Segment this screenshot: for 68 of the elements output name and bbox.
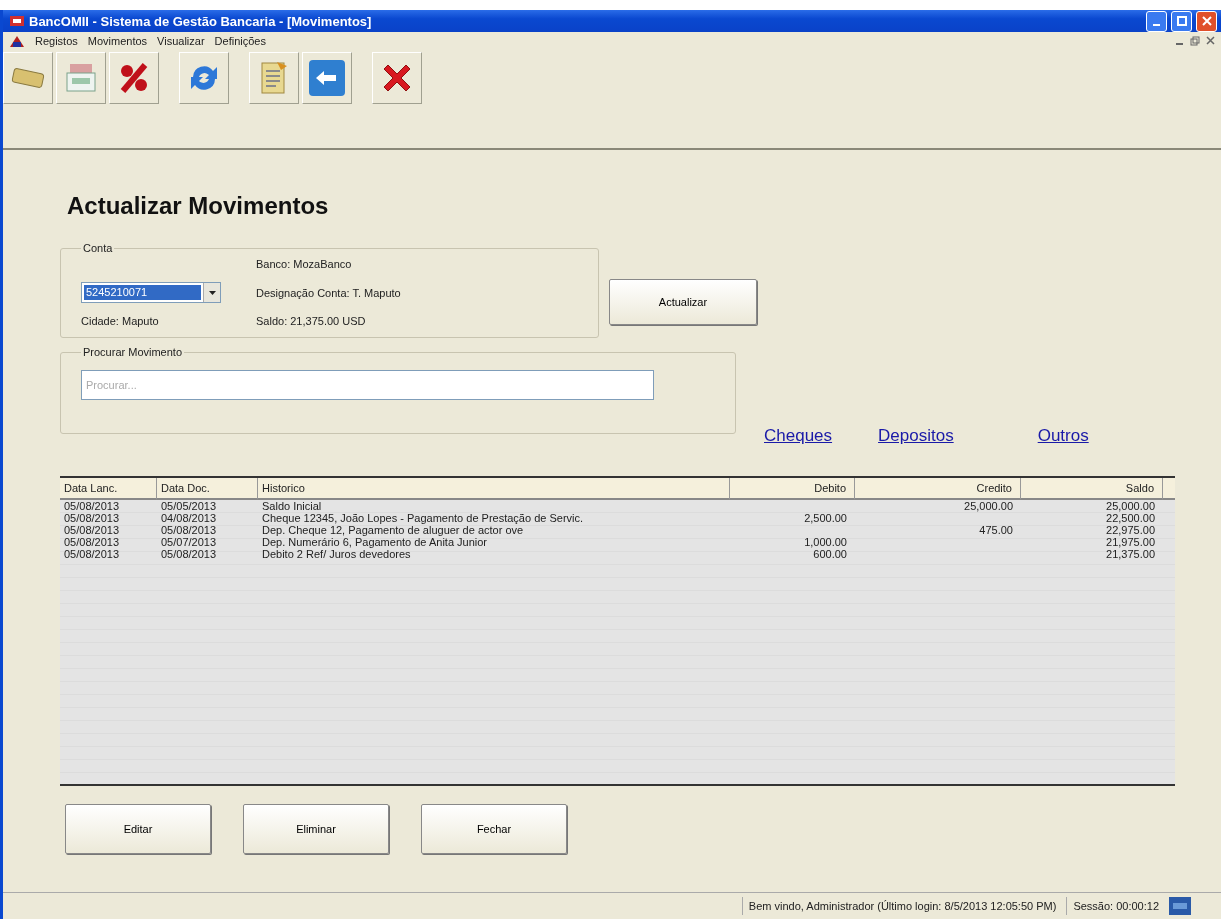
restore-icon[interactable] [1190,36,1200,46]
account-dropdown[interactable]: 5245210071 [81,282,221,303]
column-header[interactable]: Credito [855,478,1021,500]
table-cell-text: 05/08/2013 [63,512,121,524]
table-cell-text: 05/05/2013 [160,500,218,512]
search-field[interactable]: Procurar... [81,370,654,400]
action-button[interactable]: Eliminar [243,804,389,854]
menu-item[interactable]: Definições [214,35,266,47]
update-button[interactable]: Actualizar [609,279,757,325]
table-cell-text: 2,500.00 [803,512,848,524]
table-cell-text: 25,000.00 [963,500,1014,512]
table-cell-text: 04/08/2013 [160,512,218,524]
document-icon[interactable] [259,60,289,96]
table-cell-text: Cheque 12345, João Lopes - Pagamento de Prestação de Servic. [261,512,585,524]
window-title: BancOMII - Sistema de Gestão Bancaria - [Movimentos] [29,13,373,29]
column-header[interactable]: Historico [258,478,730,500]
filter-link[interactable]: Cheques [764,426,833,446]
close-icon[interactable] [1206,36,1215,45]
table-cell-text: 25,000.00 [1105,500,1156,512]
group-label: Conta [82,242,114,254]
table-cell-text: 05/08/2013 [160,548,218,560]
table-cell-text: 05/08/2013 [160,524,218,536]
table-cell-text: 22,975.00 [1105,524,1156,536]
table-cell-text: 21,375.00 [1105,548,1156,560]
action-button[interactable]: Fechar [421,804,567,854]
table-cell-text: 05/08/2013 [63,548,121,560]
table-cell-text: 1,000.00 [803,536,848,548]
column-header[interactable]: Data Lanc. [60,478,157,500]
column-header[interactable]: Debito [730,478,855,500]
status-message: Bem vindo, Administrador (Último login: 8/5/2013 12:05:50 PM) [741,897,1063,915]
close-icon [1201,16,1212,26]
menu-item[interactable]: Movimentos [87,35,148,47]
table-cell-text: Dep. Cheque 12, Pagamento de aluguer de actor ove [261,524,525,536]
keyboard-icon [1169,897,1191,915]
page-heading: Actualizar Movimentos [67,192,330,220]
filter-link[interactable]: Depositos [878,426,954,446]
maximize-button[interactable] [1171,10,1192,32]
group-label: Procurar Movimento [82,346,184,358]
filter-link[interactable]: Outros [1037,426,1089,446]
minimize-icon [1153,24,1160,26]
dropdown-arrow-icon [208,290,216,295]
session-timer: Sessão: 00:00:12 [1066,897,1165,915]
table-cell-text: 600.00 [812,548,848,560]
header-filler [1163,478,1175,500]
balance-label: Saldo: 21,375.00 USD [256,315,367,327]
app-menu-icon[interactable] [9,34,25,48]
column-header[interactable]: Saldo [1021,478,1163,500]
menu-item[interactable]: Visualizar [157,35,205,47]
table-cell-text: Saldo Inicial [261,500,323,512]
menu-item[interactable]: Registos [35,35,78,47]
description-label: Designação Conta: T. Maputo [256,286,402,299]
table-cell-text: 21,975.00 [1105,536,1156,548]
maximize-icon [1176,16,1187,26]
app-icon [9,14,25,28]
column-header[interactable]: Data Doc. [157,478,258,500]
table-cell-text: 475.00 [978,524,1014,536]
table-cell-text: 05/08/2013 [63,524,121,536]
table-cell-text: 05/08/2013 [63,536,121,548]
action-button[interactable]: Editar [65,804,211,854]
minimize-button[interactable] [1146,10,1167,32]
table-cell-text: Dep. Numerário 6, Pagamento de Anita Junior [261,536,489,548]
close-button[interactable] [1196,10,1217,32]
table-cell-text: 05/07/2013 [160,536,218,548]
bank-label: Banco: MozaBanco [256,258,353,270]
table-cell-text: 05/08/2013 [63,500,121,512]
table-cell-text: Debito 2 Ref/ Juros devedores [261,548,412,560]
table-cell-text: 22,500.00 [1105,512,1156,524]
city-label: Cidade: Maputo [81,315,160,327]
